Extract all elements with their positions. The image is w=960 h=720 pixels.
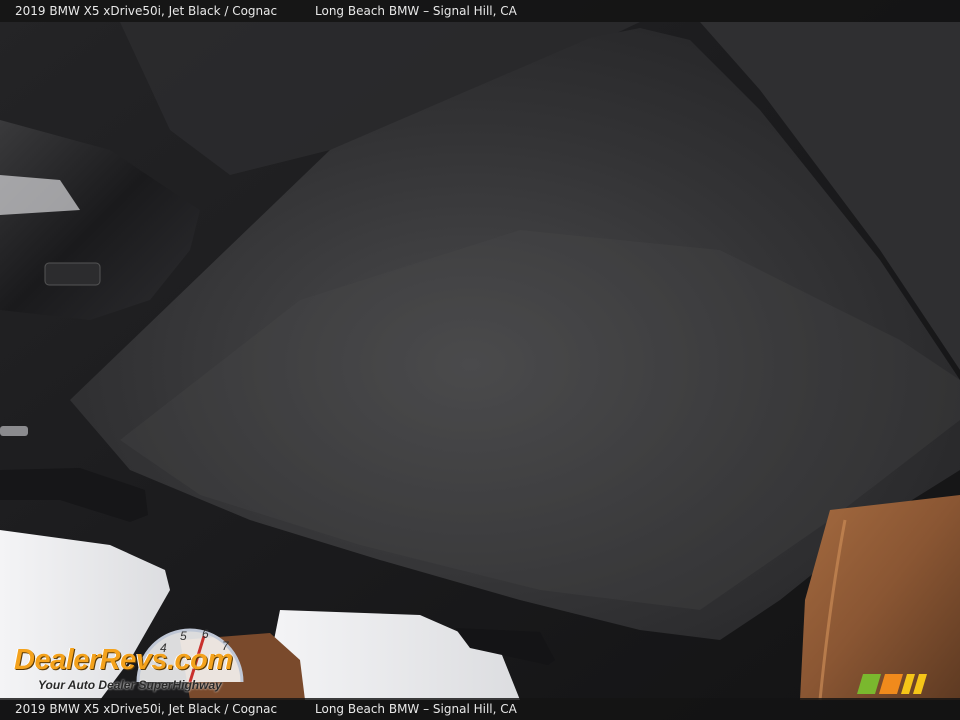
caption-bar-top: 2019 BMW X5 xDrive50i, Jet Black / Cogna… <box>0 0 960 22</box>
vehicle-caption: 2019 BMW X5 xDrive50i, Jet Black / Cogna… <box>15 4 278 18</box>
console-button <box>44 262 101 286</box>
dealer-caption: Long Beach BMW – Signal Hill, CA <box>315 4 517 18</box>
watermark-brand: DealerRevs.com <box>14 644 233 676</box>
gauge-number: 5 <box>180 629 187 643</box>
caption-bar-bottom: 2019 BMW X5 xDrive50i, Jet Black / Cogna… <box>0 698 960 720</box>
vehicle-caption-bottom: 2019 BMW X5 xDrive50i, Jet Black / Cogna… <box>15 702 278 716</box>
dealer-caption-bottom: Long Beach BMW – Signal Hill, CA <box>315 702 517 716</box>
reading-light <box>0 426 28 436</box>
dealerrevs-watermark-logo: 4 5 6 7 DealerRevs.com Your Auto Dealer … <box>12 624 268 696</box>
gauge-number: 6 <box>202 627 209 641</box>
photo-stage: 2019 BMW X5 xDrive50i, Jet Black / Cogna… <box>0 0 960 720</box>
speed-stripes-icon <box>857 674 927 694</box>
interior-roof-photo <box>0 0 960 720</box>
watermark-tagline: Your Auto Dealer SuperHighway <box>38 678 222 692</box>
